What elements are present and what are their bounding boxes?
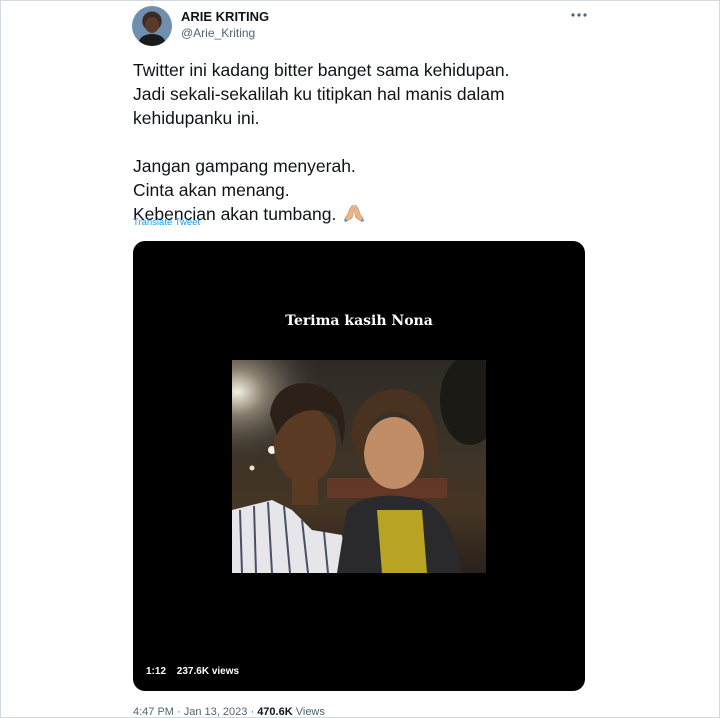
- avatar-face: [145, 17, 159, 33]
- video-caption: Terima kasih Nona: [285, 313, 433, 329]
- tweet-line-with-emoji: Kebencian akan tumbang.: [133, 202, 583, 226]
- video-duration: 1:12: [146, 666, 167, 677]
- display-name[interactable]: ARIE KRITING: [181, 9, 269, 24]
- folded-hands-icon: [343, 203, 365, 223]
- tweet-line: Jadi sekali-sekalilah ku titipkan hal ma…: [133, 84, 505, 104]
- video-meta: 1:12 237.6K views: [146, 666, 247, 677]
- tweet-timestamp: 4:47 PM · Jan 13, 2023 · 470.6K Views: [133, 706, 325, 718]
- tweet-line: Jangan gampang menyerah.: [133, 156, 356, 176]
- more-horizontal-icon[interactable]: [570, 8, 588, 22]
- user-handle[interactable]: @Arie_Kriting: [181, 26, 255, 40]
- tweet-line: Twitter ini kadang bitter banget sama ke…: [133, 60, 510, 80]
- tweet-text: Twitter ini kadang bitter banget sama ke…: [133, 58, 583, 226]
- tweet-date[interactable]: Jan 13, 2023: [184, 706, 248, 718]
- tweet-time[interactable]: 4:47 PM: [133, 706, 174, 718]
- separator: ·: [177, 706, 181, 718]
- translate-tweet-link[interactable]: Translate Tweet: [133, 217, 200, 228]
- video-player[interactable]: Terima kasih Nona 1:12 237.6K views: [133, 241, 585, 691]
- tweet-line: kehidupanku ini.: [133, 108, 260, 128]
- view-count: 470.6K: [257, 706, 293, 718]
- video-frame-photo: [232, 360, 486, 573]
- avatar-shirt: [139, 34, 165, 46]
- tweet-line: Cinta akan menang.: [133, 180, 290, 200]
- views-label: Views: [295, 706, 325, 718]
- separator: ·: [250, 706, 255, 718]
- video-views: 237.6K views: [176, 666, 240, 677]
- avatar[interactable]: [132, 6, 172, 46]
